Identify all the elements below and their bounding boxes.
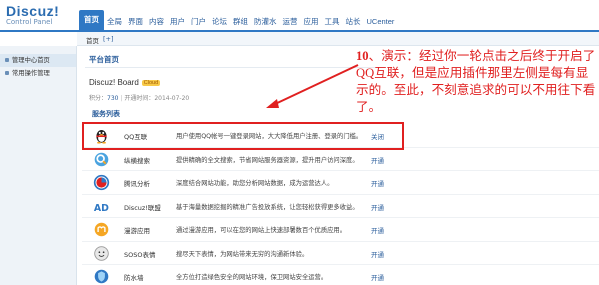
annotation-text: 、演示：经过你一轮点击之后终于开启了QQ互联，但是应用插件那里左侧是每有显示的。… [356,49,596,114]
annotation-arrow [266,64,359,108]
annotation-number: 10 [356,49,369,63]
annotation-note: 10、演示：经过你一轮点击之后终于开启了QQ互联，但是应用插件那里左侧是每有显示… [356,48,596,116]
